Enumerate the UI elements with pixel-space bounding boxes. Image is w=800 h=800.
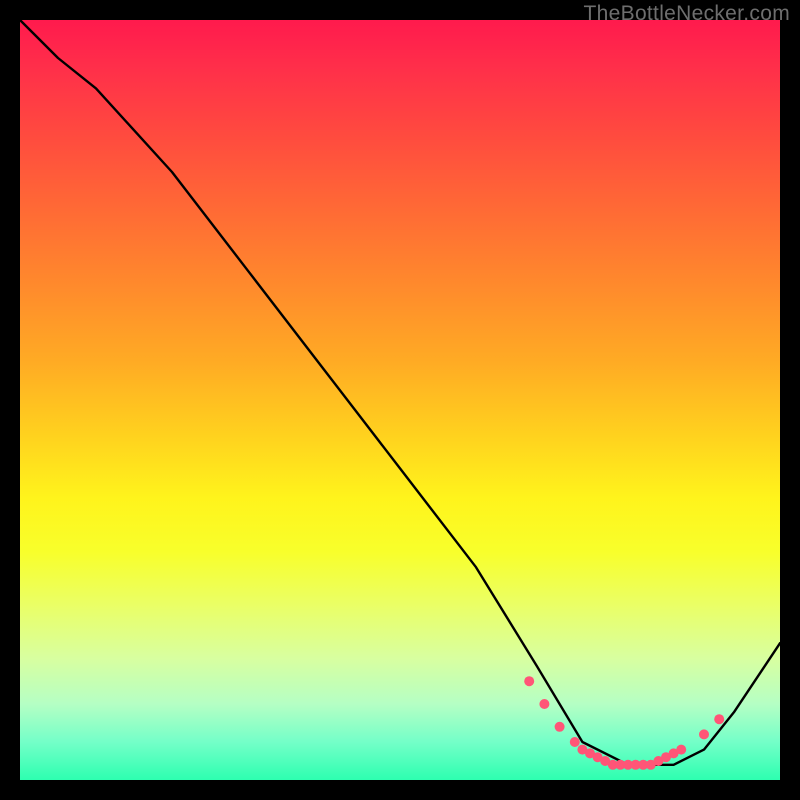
valley-marker [699, 729, 709, 739]
valley-marker [539, 699, 549, 709]
bottleneck-curve-path [20, 20, 780, 765]
valley-marker [676, 745, 686, 755]
plot-area [20, 20, 780, 780]
curve-svg [20, 20, 780, 780]
valley-marker [524, 676, 534, 686]
valley-marker [570, 737, 580, 747]
valley-marker [555, 722, 565, 732]
chart-frame: TheBottleNecker.com [0, 0, 800, 800]
watermark-label: TheBottleNecker.com [584, 2, 790, 26]
valley-marker [714, 714, 724, 724]
